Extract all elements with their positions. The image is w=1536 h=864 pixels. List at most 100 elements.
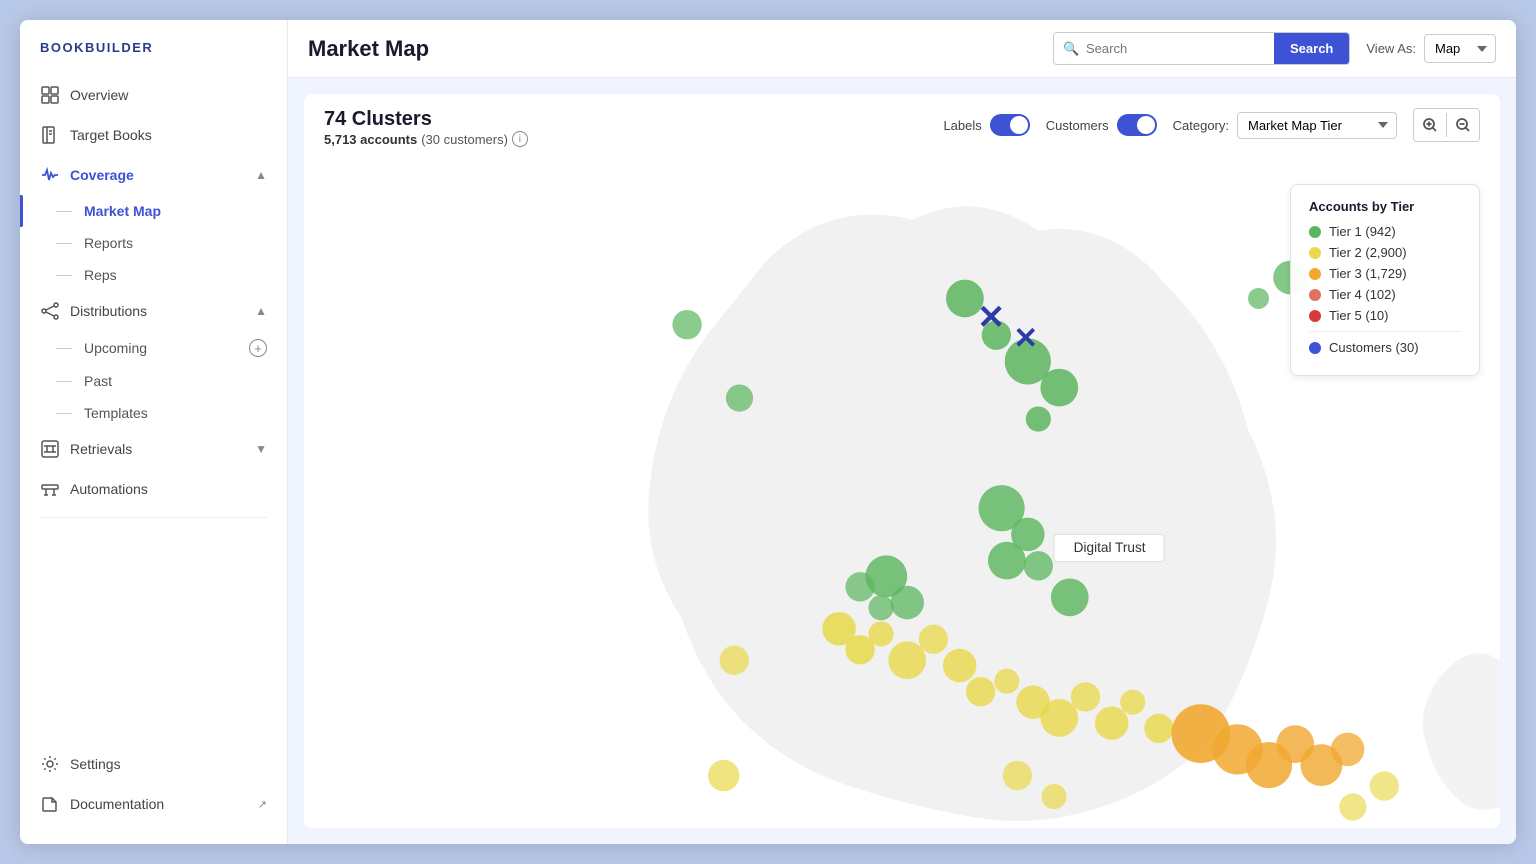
cluster-dot[interactable] xyxy=(966,677,995,706)
sidebar-item-distributions-label: Distributions xyxy=(70,303,147,319)
cluster-dot[interactable] xyxy=(868,621,893,646)
cluster-dot[interactable] xyxy=(1248,288,1269,309)
coverage-submenu: Market Map Reports Reps xyxy=(20,195,287,291)
tier5-label: Tier 5 (10) xyxy=(1329,308,1388,323)
clusters-title: 74 Clusters xyxy=(324,108,923,131)
cluster-dot[interactable] xyxy=(1003,761,1032,790)
cluster-dot[interactable] xyxy=(1331,733,1365,767)
search-icon: 🔍 xyxy=(1063,41,1079,57)
map-header: 74 Clusters 5,713 accounts (30 customers… xyxy=(304,94,1500,161)
view-as-control: View As: Map List Table xyxy=(1366,34,1496,63)
automation-icon xyxy=(40,479,60,499)
legend-tier-1: Tier 1 (942) xyxy=(1309,224,1461,239)
past-label: Past xyxy=(84,373,112,389)
cluster-dot[interactable] xyxy=(708,760,739,791)
sidebar-item-target-books[interactable]: Target Books xyxy=(20,115,287,155)
cluster-dot[interactable] xyxy=(720,646,749,675)
sidebar-item-templates[interactable]: Templates xyxy=(56,397,287,429)
cluster-dot[interactable] xyxy=(1040,699,1078,737)
category-label: Category: xyxy=(1173,118,1229,133)
sidebar-item-reports[interactable]: Reports xyxy=(56,227,287,259)
cluster-dot[interactable] xyxy=(919,625,948,654)
cluster-dot[interactable] xyxy=(943,649,977,683)
search-button[interactable]: Search xyxy=(1274,33,1349,64)
view-as-select[interactable]: Map List Table xyxy=(1424,34,1496,63)
customers-toggle[interactable] xyxy=(1117,114,1157,136)
sidebar-item-settings[interactable]: Settings xyxy=(20,744,287,784)
sidebar-item-past[interactable]: Past xyxy=(56,365,287,397)
zoom-controls xyxy=(1413,108,1480,142)
cluster-dot[interactable] xyxy=(1040,369,1078,407)
svg-text:✕: ✕ xyxy=(977,299,1005,336)
category-select[interactable]: Market Map Tier Industry Region xyxy=(1237,112,1397,139)
zoom-in-button[interactable] xyxy=(1414,109,1446,141)
cluster-dot[interactable] xyxy=(890,586,924,620)
cluster-dot[interactable] xyxy=(1051,578,1089,616)
category-wrapper: Category: Market Map Tier Industry Regio… xyxy=(1173,112,1397,139)
share-icon xyxy=(40,301,60,321)
tier1-dot xyxy=(1309,226,1321,238)
upcoming-label: Upcoming xyxy=(84,340,147,356)
legend-tier-4: Tier 4 (102) xyxy=(1309,287,1461,302)
cluster-dot[interactable] xyxy=(1095,706,1129,740)
tier4-label: Tier 4 (102) xyxy=(1329,287,1396,302)
svg-text:Digital Trust: Digital Trust xyxy=(1074,540,1146,555)
customers-dot xyxy=(1309,342,1321,354)
customers-count: (30 customers) xyxy=(421,132,508,147)
tier2-label: Tier 2 (2,900) xyxy=(1329,245,1407,260)
cluster-dot[interactable] xyxy=(1071,682,1100,711)
sidebar-item-automations[interactable]: Automations xyxy=(20,469,287,509)
grid-icon xyxy=(40,85,60,105)
download-icon xyxy=(40,439,60,459)
labels-toggle[interactable] xyxy=(990,114,1030,136)
cluster-dot[interactable] xyxy=(1339,793,1366,820)
sidebar-item-documentation[interactable]: Documentation ↗ xyxy=(20,784,287,824)
cluster-dot[interactable] xyxy=(988,542,1026,580)
main-content: Market Map 🔍 Search View As: Map List Ta… xyxy=(288,20,1516,844)
tier1-label: Tier 1 (942) xyxy=(1329,224,1396,239)
legend-tier-3: Tier 3 (1,729) xyxy=(1309,266,1461,281)
cluster-dot[interactable] xyxy=(845,572,874,601)
sidebar-divider xyxy=(40,517,267,518)
cluster-dot[interactable] xyxy=(672,310,701,339)
distributions-submenu: Upcoming + Past Templates xyxy=(20,331,287,429)
coverage-chevron-icon: ▲ xyxy=(255,168,267,182)
cluster-dot[interactable] xyxy=(1370,771,1399,800)
cluster-dot[interactable] xyxy=(1144,714,1173,743)
tier5-dot xyxy=(1309,310,1321,322)
sidebar-item-overview[interactable]: Overview xyxy=(20,75,287,115)
sidebar-item-reps[interactable]: Reps xyxy=(56,259,287,291)
tier3-dot xyxy=(1309,268,1321,280)
add-upcoming-button[interactable]: + xyxy=(249,339,267,357)
page-title: Market Map xyxy=(308,36,1037,62)
zoom-out-button[interactable] xyxy=(1447,109,1479,141)
customers-legend-label: Customers (30) xyxy=(1329,340,1419,355)
cluster-dot[interactable] xyxy=(1041,784,1066,809)
cluster-dot[interactable] xyxy=(888,641,926,679)
svg-text:✕: ✕ xyxy=(1013,322,1038,355)
reports-label: Reports xyxy=(84,235,133,251)
cluster-dot[interactable] xyxy=(868,595,893,620)
pulse-icon xyxy=(40,165,60,185)
cluster-dot[interactable] xyxy=(1120,690,1145,715)
info-icon[interactable]: i xyxy=(512,131,528,147)
sidebar-item-coverage[interactable]: Coverage ▲ xyxy=(20,155,287,195)
sidebar-item-market-map[interactable]: Market Map xyxy=(56,195,287,227)
cluster-dot[interactable] xyxy=(1024,551,1053,580)
sidebar-item-retrievals[interactable]: Retrievals ▼ xyxy=(20,429,287,469)
top-bar: Market Map 🔍 Search View As: Map List Ta… xyxy=(288,20,1516,78)
labels-toggle-group: Labels xyxy=(943,114,1029,136)
search-input[interactable] xyxy=(1054,34,1274,63)
labels-label: Labels xyxy=(943,118,981,133)
sidebar-item-upcoming[interactable]: Upcoming + xyxy=(56,331,287,365)
clusters-info: 74 Clusters 5,713 accounts (30 customers… xyxy=(324,108,923,147)
tier3-label: Tier 3 (1,729) xyxy=(1329,266,1407,281)
sidebar-item-distributions[interactable]: Distributions ▲ xyxy=(20,291,287,331)
cluster-dot[interactable] xyxy=(1026,406,1051,431)
search-form: Search xyxy=(1053,32,1350,65)
distributions-chevron-icon: ▲ xyxy=(255,304,267,318)
cluster-dot[interactable] xyxy=(994,669,1019,694)
cluster-dot[interactable] xyxy=(726,384,753,411)
legend-divider xyxy=(1309,331,1461,332)
map-controls: Labels Customers Category: Market Map Ti… xyxy=(943,108,1480,142)
